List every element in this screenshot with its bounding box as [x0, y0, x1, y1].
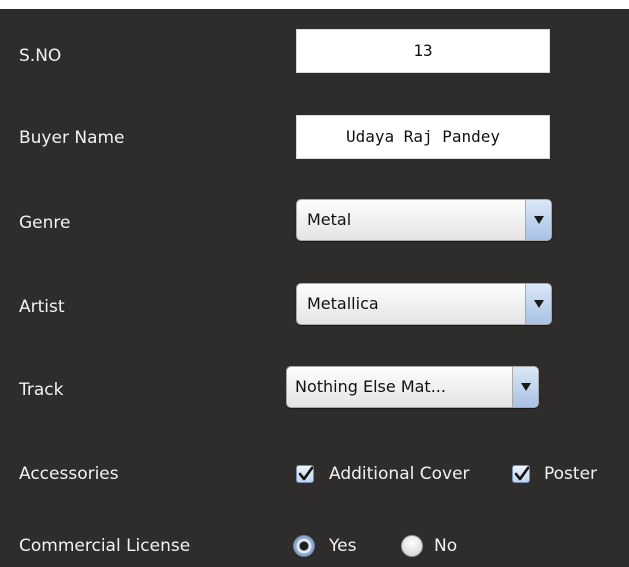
genre-dropdown[interactable]: Metal — [296, 199, 552, 241]
license-no-label: No — [434, 536, 458, 556]
artist-dropdown[interactable]: Metallica — [296, 283, 552, 325]
chevron-down-icon — [521, 383, 531, 391]
poster-checkbox[interactable] — [512, 465, 530, 483]
commercial-license-label: Commercial License — [19, 536, 191, 556]
sno-field[interactable]: 13 — [296, 29, 550, 73]
artist-label: Artist — [19, 297, 65, 317]
sno-label: S.NO — [19, 46, 62, 66]
accessories-label: Accessories — [19, 464, 119, 484]
additional-cover-label: Additional Cover — [329, 464, 470, 484]
license-no-radio[interactable] — [401, 535, 423, 557]
checkmark-icon — [514, 466, 530, 481]
buyer-name-field[interactable]: Udaya Raj Pandey — [296, 115, 550, 159]
artist-dropdown-button[interactable] — [525, 284, 551, 324]
additional-cover-checkbox[interactable] — [296, 465, 314, 483]
buyer-name-label: Buyer Name — [19, 128, 125, 148]
genre-label: Genre — [19, 213, 71, 233]
chevron-down-icon — [534, 300, 544, 308]
chevron-down-icon — [534, 216, 544, 224]
artist-selected-value: Metallica — [307, 294, 379, 313]
track-dropdown[interactable]: Nothing Else Mat... — [286, 366, 539, 408]
track-label: Track — [19, 380, 64, 400]
license-yes-radio[interactable] — [293, 535, 315, 557]
purchase-form-panel: S.NO 13 Buyer Name Udaya Raj Pandey Genr… — [0, 9, 629, 567]
track-dropdown-button[interactable] — [512, 367, 538, 407]
license-yes-label: Yes — [329, 536, 357, 556]
checkmark-icon — [298, 466, 314, 481]
genre-selected-value: Metal — [307, 210, 352, 229]
track-selected-value: Nothing Else Mat... — [295, 377, 446, 396]
genre-dropdown-button[interactable] — [525, 200, 551, 240]
poster-label: Poster — [544, 464, 598, 484]
